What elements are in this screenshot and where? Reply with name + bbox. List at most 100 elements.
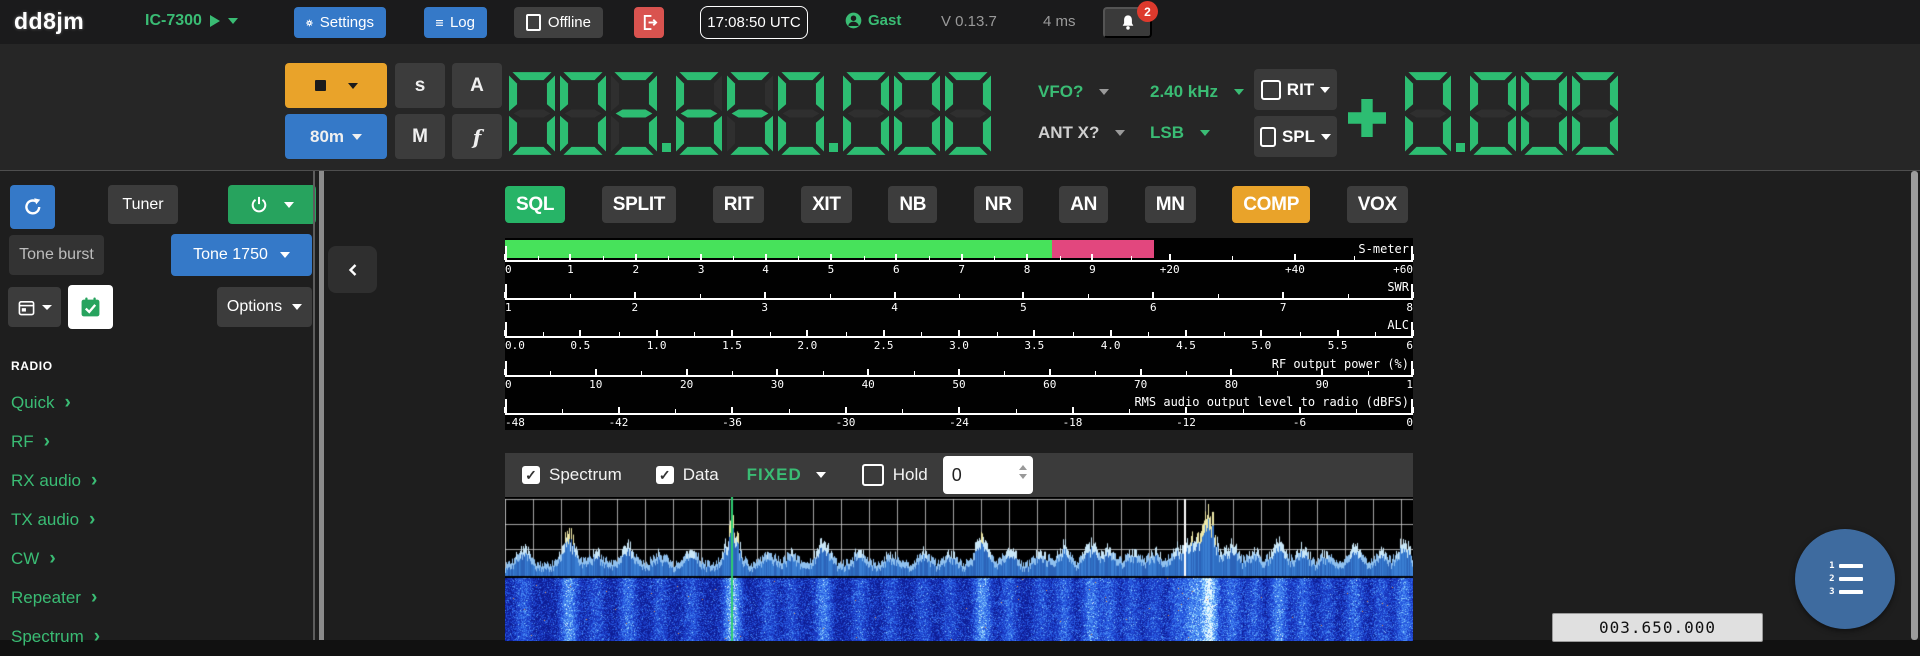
mem-a-button[interactable]: A xyxy=(452,63,502,108)
settings-button[interactable]: Settings xyxy=(294,7,386,38)
hold-checkbox[interactable] xyxy=(862,464,884,486)
sidebar-link-cw[interactable]: CW› xyxy=(0,539,300,578)
spectrum-waterfall-canvas[interactable] xyxy=(505,497,1413,641)
dsp-button-xit[interactable]: XIT xyxy=(801,186,852,223)
rit-toggle-button[interactable]: RIT xyxy=(1254,69,1337,110)
mode-selector[interactable]: LSB xyxy=(1150,123,1210,143)
dsp-button-nb[interactable]: NB xyxy=(888,186,937,223)
mode-label: LSB xyxy=(1150,123,1184,143)
spl-toggle-button[interactable]: SPL xyxy=(1254,116,1337,157)
meter-tick-label: 0.5 xyxy=(570,339,590,352)
dsp-button-comp[interactable]: COMP xyxy=(1232,186,1310,223)
meter-tick xyxy=(958,407,960,413)
meter-tick xyxy=(731,407,733,413)
meter-minor-tick xyxy=(562,409,563,413)
dsp-button-mn[interactable]: MN xyxy=(1145,186,1196,223)
meter-tick-label: 40 xyxy=(862,378,875,391)
meter-tick xyxy=(894,292,896,298)
meter-minor-tick xyxy=(823,371,824,375)
sidebar-link-label: Quick xyxy=(11,393,54,413)
meter-tick xyxy=(618,407,620,413)
spectrum-toolbar: ✓ Spectrum ✓ Data FIXED Hold xyxy=(505,453,1413,497)
meter-minor-tick xyxy=(570,294,571,298)
sidebar-link-spectrum[interactable]: Spectrum› xyxy=(0,617,300,656)
mem-m-button[interactable]: M xyxy=(395,114,445,159)
version-label: V 0.13.7 xyxy=(941,13,997,30)
spectrum-mode-selector[interactable]: FIXED xyxy=(747,465,826,485)
meter-tick xyxy=(867,369,869,375)
dsp-button-sql[interactable]: SQL xyxy=(505,186,565,223)
stop-dropdown-button[interactable] xyxy=(285,63,387,108)
meter-minor-tick xyxy=(902,409,903,413)
offline-toggle-button[interactable]: Offline xyxy=(514,7,603,38)
sidebar-link-tx-audio[interactable]: TX audio› xyxy=(0,500,300,539)
vfo-label: VFO? xyxy=(1038,82,1083,102)
page-scrollbar[interactable] xyxy=(1911,171,1918,640)
caret-down-icon xyxy=(348,83,358,89)
tone-select-button[interactable]: Tone 1750 xyxy=(171,234,312,276)
stepper-icons[interactable] xyxy=(1019,465,1027,479)
spinner-up-icon[interactable] xyxy=(1019,465,1027,470)
data-checkbox[interactable]: ✓ xyxy=(656,466,674,484)
logout-button[interactable] xyxy=(634,7,664,38)
mem-s-button[interactable]: s xyxy=(395,63,445,108)
meter-tick-label: -30 xyxy=(836,416,856,429)
spectrum-checkbox[interactable]: ✓ xyxy=(522,466,540,484)
antenna-selector[interactable]: ANT X? xyxy=(1038,123,1125,143)
filter-selector[interactable]: 2.40 kHz xyxy=(1150,82,1244,102)
meter-tick xyxy=(1049,369,1051,375)
meter-tick xyxy=(504,292,506,298)
dsp-button-nr[interactable]: NR xyxy=(974,186,1023,223)
sidebar-link-rf[interactable]: RF› xyxy=(0,422,300,461)
meter-tick-label: +40 xyxy=(1285,263,1305,276)
schedule-dropdown-button[interactable] xyxy=(8,287,61,327)
settings-label: Settings xyxy=(320,14,374,31)
sidebar-link-rx-audio[interactable]: RX audio› xyxy=(0,461,300,500)
meter-minor-tick xyxy=(1224,332,1225,336)
meter-tick xyxy=(569,254,571,260)
dsp-button-an[interactable]: AN xyxy=(1059,186,1108,223)
notifications-button[interactable]: 2 xyxy=(1103,7,1152,38)
log-button[interactable]: Log xyxy=(424,7,487,38)
rig-selector[interactable]: IC-7300 xyxy=(145,12,238,30)
sidebar-scrollbar[interactable] xyxy=(319,171,324,640)
meter-minor-tick xyxy=(1004,371,1005,375)
mem-f-button[interactable]: f xyxy=(452,114,502,159)
tuner-button[interactable]: Tuner xyxy=(108,185,178,224)
power-button[interactable] xyxy=(228,185,316,224)
sidebar-link-quick[interactable]: Quick› xyxy=(0,383,300,422)
meter-tick-label: 2.5 xyxy=(874,339,894,352)
meter-minor-tick xyxy=(997,332,998,336)
band-select-button[interactable]: 80m xyxy=(285,114,387,159)
offset-frequency-display xyxy=(1405,72,1618,155)
meter-tick-label: 1.0 xyxy=(647,339,667,352)
sidebar-border xyxy=(313,171,315,640)
options-button[interactable]: Options xyxy=(217,287,312,327)
numbered-list-row: 3 xyxy=(1828,588,1863,596)
meter-tick xyxy=(1185,330,1187,336)
meter-title: RF output power (%) xyxy=(1272,357,1409,371)
tone-burst-button[interactable]: Tone burst xyxy=(9,235,104,275)
vfo-selector[interactable]: VFO? xyxy=(1038,82,1109,102)
meter-tick xyxy=(1412,330,1414,336)
meter-minor-tick xyxy=(619,332,620,336)
mem-s-label: s xyxy=(415,75,426,97)
meter-tick xyxy=(1412,254,1414,260)
meter-minor-tick xyxy=(1088,294,1089,298)
sidebar-collapse-button[interactable] xyxy=(328,246,377,293)
refresh-button[interactable] xyxy=(10,185,55,229)
meter-tick xyxy=(1091,254,1093,260)
list-bar xyxy=(1839,577,1863,581)
meter-tick xyxy=(958,330,960,336)
schedule-active-button[interactable] xyxy=(68,285,113,329)
meter-tick-label: 2.0 xyxy=(797,339,817,352)
dsp-button-split[interactable]: SPLIT xyxy=(602,186,676,223)
chevron-left-icon xyxy=(346,262,360,278)
top-bar: dd8jm IC-7300 Settings Log Offline xyxy=(0,0,1920,45)
dsp-button-rit[interactable]: RIT xyxy=(713,186,765,223)
log-list-fab[interactable]: 123 xyxy=(1795,529,1895,629)
dsp-button-vox[interactable]: VOX xyxy=(1347,186,1408,223)
sidebar-link-repeater[interactable]: Repeater› xyxy=(0,578,300,617)
chevron-right-icon: › xyxy=(49,549,55,568)
spinner-down-icon[interactable] xyxy=(1019,474,1027,479)
